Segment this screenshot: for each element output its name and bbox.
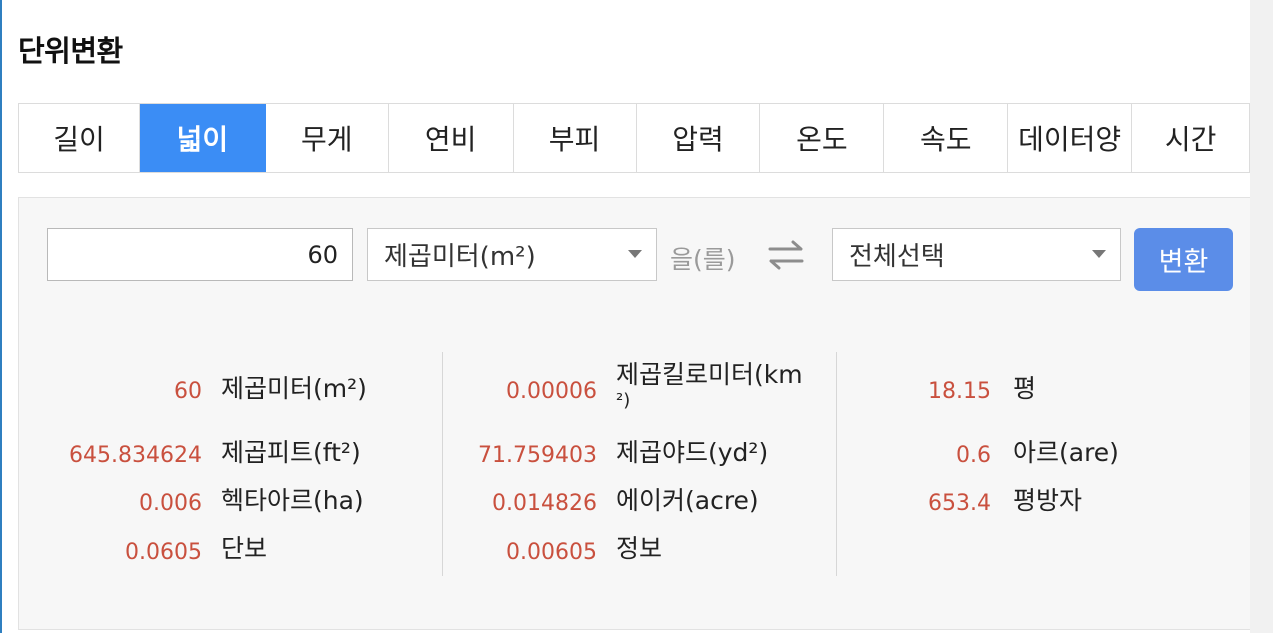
result-value: 653.4 [928,491,991,516]
column-divider [836,352,837,576]
tab-data-size[interactable]: 데이터양 [1008,104,1133,172]
tab-weight[interactable]: 무게 [266,104,389,172]
result-value: 71.759403 [478,443,597,468]
result-value: 0.6 [956,443,991,468]
result-value: 0.00605 [506,540,597,565]
particle-label: 을(를) [670,245,736,274]
from-unit-label: 제곱미터(m²) [384,242,536,272]
result-unit: 헥타아르(ha) [221,486,364,515]
value-input[interactable] [47,228,353,281]
result-unit: 평 [1013,374,1037,403]
tab-volume[interactable]: 부피 [514,104,637,172]
from-unit-select[interactable]: 제곱미터(m²) [367,228,657,281]
tab-speed[interactable]: 속도 [884,104,1009,172]
to-unit-label: 전체선택 [849,242,945,272]
chevron-down-icon [628,250,642,258]
to-unit-select[interactable]: 전체선택 [832,228,1121,281]
tab-pressure[interactable]: 압력 [637,104,761,172]
result-unit: 단보 [221,534,268,563]
result-value: 0.014826 [492,491,597,516]
tab-length[interactable]: 길이 [19,104,140,172]
swap-arrows-icon[interactable] [766,238,806,272]
result-unit: 정보 [616,534,663,563]
page-title: 단위변환 [18,34,123,68]
result-unit: 제곱피트(ft²) [221,438,361,467]
tab-temperature[interactable]: 온도 [760,104,885,172]
result-value: 645.834624 [69,443,202,468]
tab-time[interactable]: 시간 [1132,104,1251,172]
result-unit-line: ²) [616,390,631,411]
column-divider [442,352,443,576]
result-unit: 제곱킬로미터(km ²) [616,360,803,412]
result-unit: 아르(are) [1013,438,1119,467]
result-unit: 에이커(acre) [616,486,759,515]
result-value: 60 [174,379,202,404]
tab-fuel-economy[interactable]: 연비 [389,104,514,172]
result-value: 0.0605 [125,540,202,565]
scrollbar-track[interactable] [1250,0,1273,633]
result-unit: 평방자 [1013,486,1083,515]
result-value: 18.15 [928,379,991,404]
result-value: 0.006 [139,491,202,516]
result-unit: 제곱야드(yd²) [616,438,769,467]
unit-category-tabs: 길이 넓이 무게 연비 부피 압력 온도 속도 데이터양 시간 [18,103,1251,173]
tab-area[interactable]: 넓이 [139,104,266,172]
convert-button[interactable]: 변환 [1134,228,1233,291]
result-value: 0.00006 [506,379,597,404]
left-border [0,0,2,633]
result-unit-line: 제곱킬로미터(km [616,360,803,389]
chevron-down-icon [1092,250,1106,258]
result-unit: 제곱미터(m²) [221,374,367,403]
